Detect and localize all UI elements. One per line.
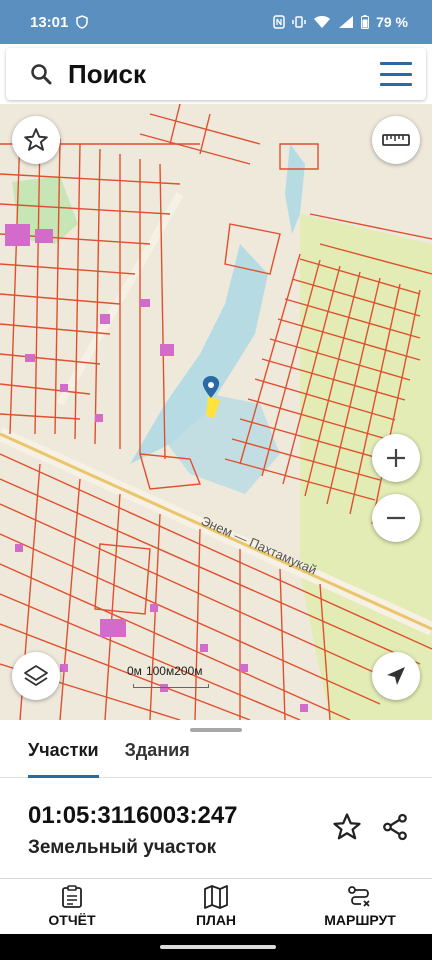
battery-percent: 79 % [376,14,408,30]
parcel-type: Земельный участок [28,837,217,858]
share-icon [383,813,407,841]
star-icon [333,813,361,840]
bottom-navigation: ОТЧЁТ ПЛАН МАРШРУТ [0,878,432,934]
status-time: 13:01 [30,13,69,31]
status-bar: 13:01 79 % [0,0,432,44]
signal-icon [339,16,354,28]
nav-report-label: ОТЧЁТ [48,912,96,928]
sheet-tabs: Участки Здания [0,740,432,778]
my-location-button[interactable] [372,652,420,700]
scale-label-200: 200м [174,664,203,678]
navigation-arrow-icon [387,667,405,685]
info-sheet[interactable]: Участки Здания 01:05:3116003:247 Земельн… [0,720,432,878]
favorites-button[interactable] [12,116,60,164]
sheet-drag-handle[interactable] [190,728,242,732]
vibrate-icon [292,16,306,28]
zoom-in-button[interactable] [372,434,420,482]
shield-check-icon [76,15,89,29]
map-scale: 0м 100м 200м [127,664,227,694]
minus-icon [387,516,405,520]
zoom-out-button[interactable] [372,494,420,542]
map-plan-icon [204,885,228,909]
menu-line [380,72,412,76]
tab-buildings[interactable]: Здания [125,740,190,778]
nav-route[interactable]: МАРШРУТ [288,879,432,934]
nav-plan[interactable]: ПЛАН [144,879,288,934]
menu-line [380,83,412,86]
layers-button[interactable] [12,652,60,700]
search-bar[interactable]: Поиск [6,48,426,100]
home-gesture-pill[interactable] [160,945,276,949]
menu-button[interactable] [380,62,412,86]
system-navigation-bar [0,934,432,960]
battery-icon [361,15,370,29]
nav-report[interactable]: ОТЧЁТ [0,879,144,934]
measure-button[interactable] [372,116,420,164]
nfc-icon [273,15,285,29]
ruler-icon [382,134,410,146]
nav-route-label: МАРШРУТ [324,912,396,928]
scale-label-0: 0м [127,664,142,678]
cadastral-map[interactable]: Энем — Пахтамукай 0м 100м 200м [0,104,432,720]
layers-icon [24,665,48,686]
add-favorite-button[interactable] [332,812,364,844]
share-button[interactable] [380,812,412,844]
route-icon [348,886,370,907]
tab-parcels[interactable]: Участки [28,740,99,778]
menu-line [380,62,412,65]
scale-bar [133,684,209,688]
plus-icon [387,449,405,467]
parcel-cadastral-number: 01:05:3116003:247 [28,802,238,829]
nav-plan-label: ПЛАН [195,912,237,928]
wifi-icon [314,16,331,28]
scale-label-100: 100м [145,664,175,678]
search-icon[interactable] [30,63,52,85]
map-tiles[interactable]: Энем — Пахтамукай [0,104,432,720]
report-icon [62,885,82,908]
star-icon [24,128,48,151]
search-title[interactable]: Поиск [68,59,146,90]
